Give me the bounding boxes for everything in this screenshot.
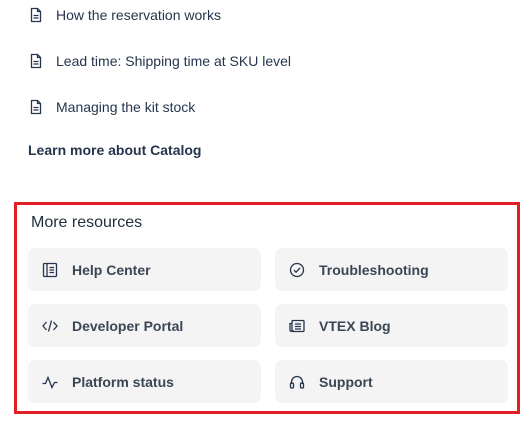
pulse-icon	[40, 372, 60, 392]
platform-status-label: Platform status	[72, 373, 174, 390]
vtex-blog-label: VTEX Blog	[319, 317, 391, 334]
headset-icon	[287, 372, 307, 392]
article-link-lead-time[interactable]: Lead time: Shipping time at SKU level	[28, 53, 291, 69]
code-icon	[40, 316, 60, 336]
troubleshooting-button[interactable]: Troubleshooting	[275, 248, 508, 291]
developer-portal-label: Developer Portal	[72, 317, 184, 334]
document-icon	[28, 99, 44, 115]
newspaper-icon	[287, 316, 307, 336]
book-icon	[40, 260, 60, 280]
document-icon	[28, 7, 44, 23]
support-label: Support	[319, 373, 373, 390]
learn-more-link[interactable]: Learn more about Catalog	[28, 142, 201, 158]
article-link-reservation[interactable]: How the reservation works	[28, 7, 221, 23]
document-icon	[28, 53, 44, 69]
help-center-label: Help Center	[72, 261, 151, 278]
developer-portal-button[interactable]: Developer Portal	[28, 304, 261, 347]
more-resources-section: More resources Help Center Troubleshooti…	[14, 202, 520, 414]
article-link-label: How the reservation works	[56, 7, 221, 23]
support-button[interactable]: Support	[275, 360, 508, 403]
article-link-kit-stock[interactable]: Managing the kit stock	[28, 99, 195, 115]
more-resources-title: More resources	[31, 214, 143, 231]
platform-status-button[interactable]: Platform status	[28, 360, 261, 403]
troubleshooting-label: Troubleshooting	[319, 261, 429, 278]
vtex-blog-button[interactable]: VTEX Blog	[275, 304, 508, 347]
check-circle-icon	[287, 260, 307, 280]
article-link-label: Managing the kit stock	[56, 99, 196, 115]
help-center-button[interactable]: Help Center	[28, 248, 261, 291]
article-link-label: Lead time: Shipping time at SKU level	[56, 53, 292, 69]
